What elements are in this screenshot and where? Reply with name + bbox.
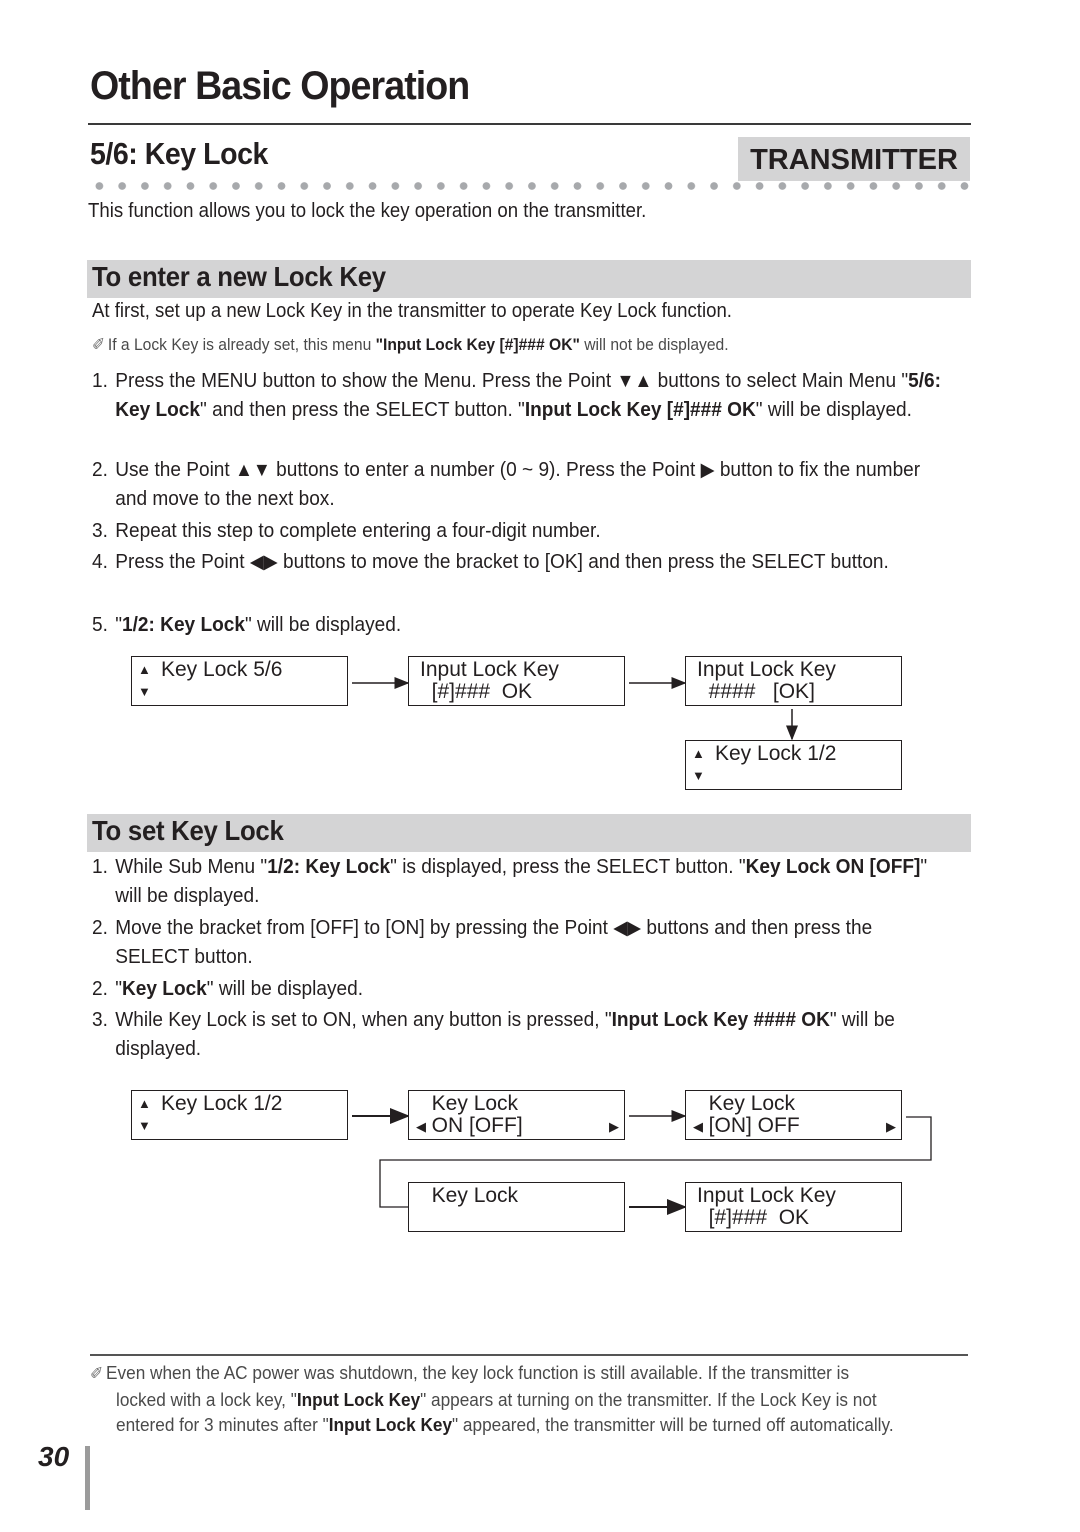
step-number: 3. [92,1008,108,1031]
lcd-line-1: Key Lock [420,1092,519,1115]
lcd-line-2: ON [OFF] [420,1114,523,1137]
footer-note-line: entered for 3 minutes after "Input Lock … [90,1412,918,1438]
bold-text: Input Lock Key [328,1414,453,1435]
footer-divider [90,1354,968,1356]
step-item: 3. While Key Lock is set to ON, when any… [92,1006,948,1063]
lcd-screen-key-lock-off: Key Lock ◀ ON [OFF] ▶ [408,1090,625,1140]
step-number: 2. [92,977,108,1000]
step-text: "Key Lock" will be displayed. [92,975,948,1004]
footer-note-line: ✐ Even when the AC power was shutdown, th… [90,1360,918,1387]
up-triangle-icon: ▲ [138,662,151,677]
text: Move the bracket from [OFF] to [ON] by p… [115,916,614,939]
lcd-screen-input-lock-key-ok: Input Lock Key #### [OK] [685,656,902,706]
step-item: 2. "Key Lock" will be displayed. [92,975,948,1004]
subsection-heading-set-lock: To set Key Lock [87,814,971,852]
lcd-screen-key-lock-1-2: ▲ ▼ Key Lock 1/2 [131,1090,348,1140]
up-triangle-icon: ▲ [138,1096,151,1111]
lcd-line-2: #### [OK] [697,680,815,703]
right-triangle-icon: ▶ [609,1119,619,1134]
lcd-screen-key-lock-on: Key Lock ◀ [ON] OFF ▶ [685,1090,902,1140]
lcd-line-1: Input Lock Key [420,658,559,681]
bold-text: Key Lock [122,977,207,1000]
lcd-screen-input-lock-key: Input Lock Key [#]### OK [408,656,625,706]
text: " appeared, the transmitter will be turn… [452,1414,894,1435]
step-item: 1. While Sub Menu "1/2: Key Lock" is disp… [92,853,948,910]
page-number: 30 [38,1441,70,1472]
page-number-bar [85,1446,90,1510]
text: " appears at turning on the transmitter.… [420,1388,877,1410]
bold-text: Input Lock Key #### OK [611,1008,830,1031]
left-right-arrows-icon: ◀▶ [613,917,642,939]
up-triangle-icon: ▲ [692,746,705,761]
lcd-line-1: Key Lock 5/6 [161,658,283,681]
text: " is displayed, press the SELECT button.… [390,855,746,878]
down-triangle-icon: ▼ [692,768,705,783]
lcd-line-2: [#]### OK [697,1206,810,1229]
lcd-line-2: [#]### OK [420,680,533,703]
lcd-line-1: Input Lock Key [697,1184,836,1207]
text: While Sub Menu " [115,855,268,878]
footer-note-line: locked with a lock key, "Input Lock Key"… [90,1387,918,1413]
text: Even when the AC power was shutdown, the… [106,1362,850,1383]
lcd-screen-key-lock-1-2: ▲ ▼ Key Lock 1/2 [685,740,902,790]
step-item: 2. Move the bracket from [OFF] to [ON] by… [92,914,948,971]
right-triangle-icon: ▶ [886,1119,896,1134]
pencil-icon: ✐ [90,1364,104,1383]
text: While Key Lock is set to ON, when any bu… [115,1008,612,1031]
lcd-line-2: [ON] OFF [697,1114,800,1137]
step-number: 1. [92,855,108,878]
bold-text: Key Lock ON [OFF] [745,855,921,878]
down-triangle-icon: ▼ [138,684,151,699]
lcd-screen-input-lock-key: Input Lock Key [#]### OK [685,1182,902,1232]
lcd-screen-key-lock-5-6: ▲ ▼ Key Lock 5/6 [131,656,348,706]
lcd-line-1: Key Lock [697,1092,796,1115]
lcd-screen-key-lock: Key Lock [408,1182,625,1232]
diagram1-connectors [352,677,932,1215]
text: entered for 3 minutes after " [116,1414,329,1435]
bold-text: 1/2: Key Lock [267,855,391,878]
step-number: 2. [92,916,108,939]
step-text: While Sub Menu "1/2: Key Lock" is displa… [92,853,948,910]
step-text: While Key Lock is set to ON, when any bu… [92,1006,948,1063]
text: locked with a lock key, " [116,1388,297,1410]
lcd-line-1: Input Lock Key [697,658,836,681]
bold-text: Input Lock Key [296,1388,421,1410]
lcd-line-1: Key Lock 1/2 [715,742,837,765]
lcd-line-1: Key Lock 1/2 [161,1092,283,1115]
footer-note: ✐ Even when the AC power was shutdown, th… [90,1360,918,1438]
lcd-line-1: Key Lock [420,1184,519,1207]
down-triangle-icon: ▼ [138,1118,151,1133]
subsection-heading-text: To set Key Lock [92,815,284,846]
text: " will be displayed. [206,977,363,1000]
step-text: Move the bracket from [OFF] to [ON] by p… [92,914,948,971]
